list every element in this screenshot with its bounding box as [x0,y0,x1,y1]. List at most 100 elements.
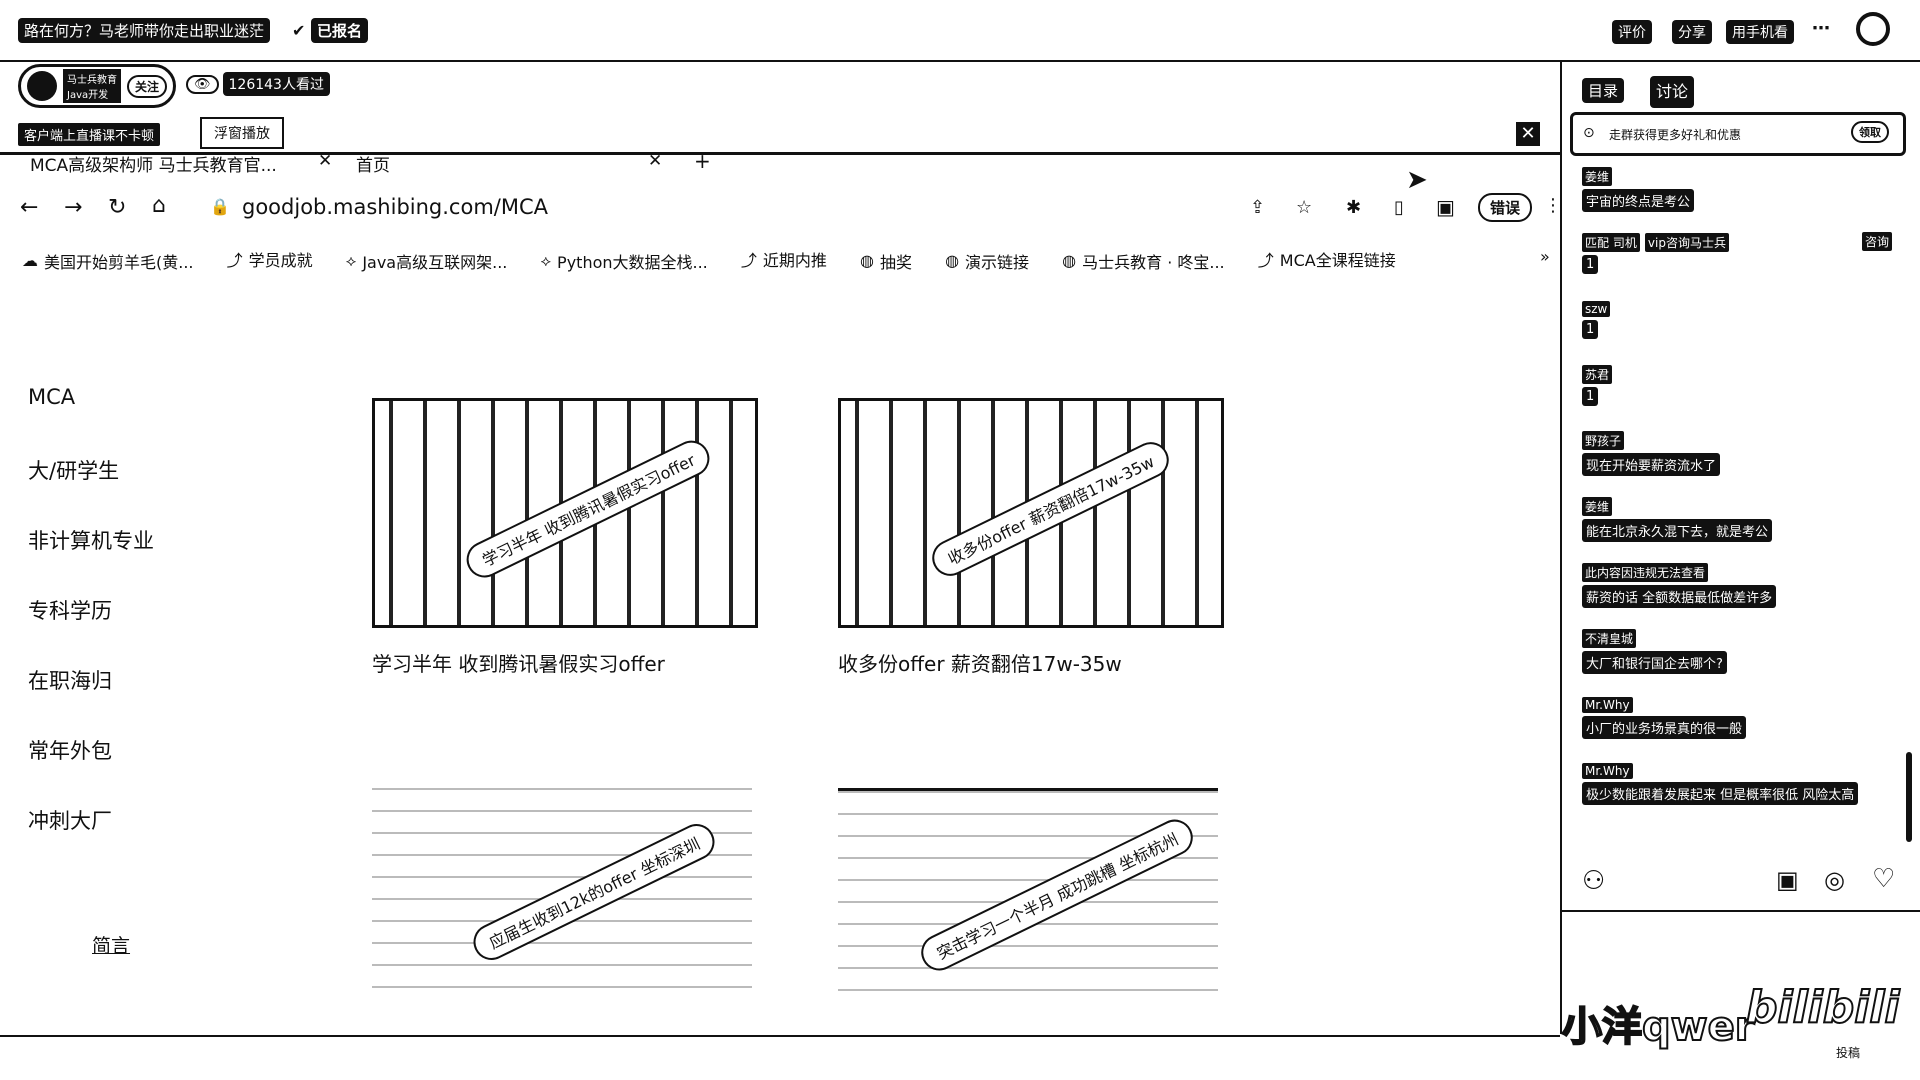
panel-divider [1562,910,1920,912]
globe-icon: ◍ [945,251,960,270]
bookmark-item[interactable]: ⟡ Python大数据全栈... [540,249,707,273]
more-icon[interactable]: ⋯ [1812,18,1830,39]
tab-catalog[interactable]: 目录 [1582,78,1625,103]
sidebar-item-returnee[interactable]: 在职海归 [28,665,112,695]
chat-text: 能在北京永久混下去，就是考公 [1582,519,1773,542]
notice-bar: ⊙ 走群获得更多好礼和优惠 领取 [1570,112,1906,156]
close-icon[interactable]: ✕ [1516,122,1540,146]
watermark-sub: 投稿 [1836,1046,1861,1060]
popup-play-tab[interactable]: 浮窗播放 [200,117,284,149]
success-story-image[interactable]: 突击学习一个半月 成功跳槽 坐标杭州 [838,788,1218,1011]
sidebar-item-non-cs[interactable]: 非计算机专业 [28,525,154,555]
bookmark-icon: ⤴ [740,251,757,270]
chat-username[interactable]: szw [1582,301,1611,317]
gift-icon[interactable]: ▣ [1776,866,1799,894]
host-name: 马士兵教育 [67,75,117,86]
sidebar-item-associate[interactable]: 专科学历 [28,595,112,625]
sidebar-item-big-tech[interactable]: 冲刺大厂 [28,805,112,835]
reading-icon[interactable]: ▯ [1394,197,1404,218]
discussion-panel: 目录 讨论 ⊙ 走群获得更多好礼和优惠 领取 姜维 宇宙的终点是考公 匹配 司机… [1561,62,1920,1080]
chat-message: 姜维 宇宙的终点是考公 [1582,166,1695,212]
notice-icon: ⊙ [1583,125,1595,141]
url-bar[interactable]: goodjob.mashibing.com/MCA [242,195,548,219]
bookmark-item[interactable]: ⤴ MCA全课程链接 [1258,247,1396,271]
chat-text: 宇宙的终点是考公 [1582,189,1695,212]
bookmark-item[interactable]: ◍ 马士兵教育 · 咚宝... [1062,249,1225,273]
review-button[interactable]: 评价 [1612,20,1652,44]
chat-message: 此内容因违规无法查看 薪资的话 全额数据最低做差许多 [1582,562,1777,608]
bookmark-item[interactable]: ◍ 抽奖 [860,249,912,273]
avatar[interactable] [1856,12,1890,46]
story-banner: 学习半年 收到腾讯暑假实习offer [460,434,716,584]
bookmark-item[interactable]: ⤴ 学员成就 [227,247,313,271]
bookmark-icon: ☁ [22,251,38,270]
chat-username[interactable]: 苏君 [1582,365,1613,384]
globe-icon: ◍ [860,251,874,270]
chat-message: 苏君 1 [1582,364,1613,406]
back-icon[interactable]: ← [20,195,38,220]
tab-close-icon[interactable]: ✕ [318,155,332,171]
chat-username[interactable]: 此内容因违规无法查看 [1582,563,1709,582]
registered-badge: ✔ 已报名 [292,18,368,43]
bilibili-logo: bilibili [1745,981,1900,1034]
tab-discussion[interactable]: 讨论 [1650,76,1695,108]
watermark-user: 小洋qwer [1561,1003,1755,1051]
chat-scrollbar[interactable] [1906,752,1912,842]
lock-icon: 🔒 [210,197,230,216]
notice-text: 走群获得更多好礼和优惠 [1609,128,1742,142]
client-tip[interactable]: 客户端上直播课不卡顿 [18,123,161,146]
chat-tag: vip咨询马士兵 [1644,233,1729,252]
browser-tab-2[interactable]: 首页 [356,155,390,176]
reload-icon[interactable]: ↻ [108,195,126,220]
view-count-text: 126143人看过 [222,72,330,96]
bookmarks-bar: ☁ 美国开始剪羊毛(黄... ⤴ 学员成就 ⟡ Java高级互联网架... ⟡ Pyth… [22,247,1424,273]
claim-button[interactable]: 领取 [1851,121,1889,143]
coin-icon[interactable]: ◎ [1824,866,1845,894]
error-button[interactable]: 错误 [1478,193,1533,222]
chat-text: 1 [1582,387,1599,406]
like-icon[interactable]: ♡ [1872,864,1895,894]
forward-icon[interactable]: → [64,195,82,220]
story-caption[interactable]: 学习半年 收到腾讯暑假实习offer [372,648,665,677]
home-icon[interactable]: ⌂ [152,193,166,218]
chat-username[interactable]: 姜维 [1582,167,1613,186]
share-button[interactable]: 分享 [1672,20,1712,44]
chat-username[interactable]: Mr.Why [1582,697,1633,713]
menu-icon[interactable]: ⋮ [1544,195,1560,216]
success-story-image[interactable]: 应届生收到12k的offer 坐标深圳 [372,788,752,1008]
chat-username[interactable]: 姜维 [1582,497,1613,516]
chat-message: Mr.Why 小厂的业务场景真的很一般 [1582,694,1747,739]
star-icon[interactable]: ☆ [1296,197,1312,218]
chat-username[interactable]: 野孩子 [1582,431,1625,450]
follow-button[interactable]: 关注 [127,74,168,98]
extension-icon[interactable]: ✱ [1346,197,1361,218]
bookmark-icon: ⤴ [226,251,243,270]
story-caption[interactable]: 收多份offer 薪资翻倍17w-35w [838,648,1122,677]
sidebar-item-outsourcing[interactable]: 常年外包 [28,735,112,765]
consult-button[interactable]: 咨询 [1862,232,1893,251]
bookmark-icon: ⤴ [1257,251,1274,270]
success-story-image[interactable]: 收多份offer 薪资翻倍17w-35w [838,398,1224,628]
chat-text: 极少数能跟着发展起来 但是概率很低 风险太高 [1582,782,1859,805]
share-page-icon[interactable]: ⇪ [1250,197,1265,218]
new-tab-icon[interactable]: + [694,155,711,173]
chat-username[interactable]: Mr.Why [1582,763,1633,779]
chat-message: 不清皇城 大厂和银行国企去哪个? [1582,628,1727,674]
mobile-watch-button[interactable]: 用手机看 [1726,20,1794,44]
bookmark-item[interactable]: ⟡ Java高级互联网架... [346,249,508,273]
more-link[interactable]: 简言 [92,931,130,958]
sidebar-item-mca[interactable]: MCA [28,385,75,409]
success-story-image[interactable]: 学习半年 收到腾讯暑假实习offer [372,398,758,628]
group-icon[interactable]: ⚇ [1582,866,1605,896]
chat-username[interactable]: 匹配 司机 [1582,233,1640,252]
sidebar-item-students[interactable]: 大/研学生 [28,455,119,485]
chat-text: 大厂和银行国企去哪个? [1582,651,1727,674]
bookmark-item[interactable]: ☁ 美国开始剪羊毛(黄... [22,249,194,273]
profile-icon[interactable]: ▣ [1436,195,1455,219]
tab-close-icon[interactable]: ✕ [648,155,662,171]
bookmark-item[interactable]: ⤴ 近期内推 [741,247,827,271]
browser-tab-1[interactable]: MCA高级架构师 马士兵教育官... [30,155,277,176]
bookmarks-overflow-icon[interactable]: » [1540,247,1550,266]
chat-username[interactable]: 不清皇城 [1582,629,1637,648]
bookmark-item[interactable]: ◍ 演示链接 [945,249,1029,273]
